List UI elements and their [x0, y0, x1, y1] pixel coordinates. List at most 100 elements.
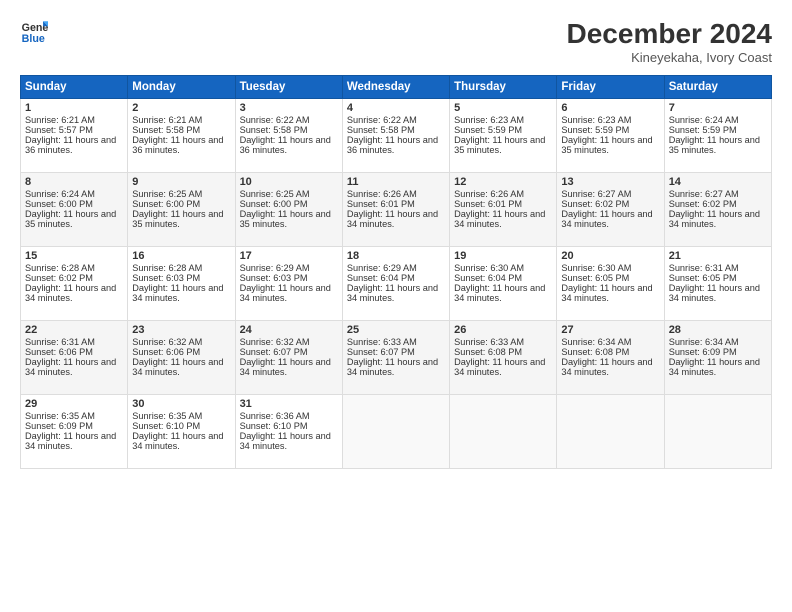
day-number: 16 [132, 250, 230, 262]
day-number: 22 [25, 324, 123, 336]
daylight-text: Daylight: 11 hours and 34 minutes. [25, 357, 116, 377]
calendar-cell: 6Sunrise: 6:23 AMSunset: 5:59 PMDaylight… [557, 99, 664, 173]
sunrise-text: Sunrise: 6:28 AM [132, 263, 202, 273]
sunset-text: Sunset: 5:57 PM [25, 125, 93, 135]
daylight-text: Daylight: 11 hours and 34 minutes. [25, 431, 116, 451]
sunset-text: Sunset: 6:02 PM [669, 199, 737, 209]
day-number: 5 [454, 102, 552, 114]
day-number: 26 [454, 324, 552, 336]
daylight-text: Daylight: 11 hours and 34 minutes. [240, 431, 331, 451]
daylight-text: Daylight: 11 hours and 35 minutes. [132, 209, 223, 229]
sunset-text: Sunset: 5:59 PM [561, 125, 629, 135]
sunset-text: Sunset: 6:07 PM [347, 347, 415, 357]
sunset-text: Sunset: 6:06 PM [132, 347, 200, 357]
sunset-text: Sunset: 6:02 PM [25, 273, 93, 283]
day-number: 30 [132, 398, 230, 410]
calendar-cell [664, 395, 771, 469]
calendar-cell: 3Sunrise: 6:22 AMSunset: 5:58 PMDaylight… [235, 99, 342, 173]
sunrise-text: Sunrise: 6:34 AM [561, 337, 631, 347]
day-number: 25 [347, 324, 445, 336]
sunset-text: Sunset: 6:04 PM [347, 273, 415, 283]
calendar-cell: 5Sunrise: 6:23 AMSunset: 5:59 PMDaylight… [450, 99, 557, 173]
day-number: 18 [347, 250, 445, 262]
calendar-cell: 1Sunrise: 6:21 AMSunset: 5:57 PMDaylight… [21, 99, 128, 173]
col-header-wednesday: Wednesday [342, 76, 449, 99]
sunrise-text: Sunrise: 6:24 AM [25, 189, 95, 199]
sunset-text: Sunset: 6:10 PM [240, 421, 308, 431]
sunrise-text: Sunrise: 6:25 AM [240, 189, 310, 199]
calendar-cell: 17Sunrise: 6:29 AMSunset: 6:03 PMDayligh… [235, 247, 342, 321]
sunrise-text: Sunrise: 6:31 AM [669, 263, 739, 273]
day-number: 10 [240, 176, 338, 188]
calendar-cell: 12Sunrise: 6:26 AMSunset: 6:01 PMDayligh… [450, 173, 557, 247]
sunrise-text: Sunrise: 6:34 AM [669, 337, 739, 347]
daylight-text: Daylight: 11 hours and 35 minutes. [25, 209, 116, 229]
calendar-cell: 31Sunrise: 6:36 AMSunset: 6:10 PMDayligh… [235, 395, 342, 469]
day-number: 19 [454, 250, 552, 262]
calendar-cell: 11Sunrise: 6:26 AMSunset: 6:01 PMDayligh… [342, 173, 449, 247]
sunrise-text: Sunrise: 6:26 AM [347, 189, 417, 199]
sunset-text: Sunset: 6:00 PM [25, 199, 93, 209]
daylight-text: Daylight: 11 hours and 34 minutes. [240, 283, 331, 303]
calendar-cell [557, 395, 664, 469]
calendar-cell: 18Sunrise: 6:29 AMSunset: 6:04 PMDayligh… [342, 247, 449, 321]
sunset-text: Sunset: 6:01 PM [347, 199, 415, 209]
sunrise-text: Sunrise: 6:29 AM [240, 263, 310, 273]
day-number: 14 [669, 176, 767, 188]
daylight-text: Daylight: 11 hours and 34 minutes. [347, 283, 438, 303]
calendar-cell [342, 395, 449, 469]
sunrise-text: Sunrise: 6:23 AM [454, 115, 524, 125]
daylight-text: Daylight: 11 hours and 36 minutes. [347, 135, 438, 155]
daylight-text: Daylight: 11 hours and 35 minutes. [561, 135, 652, 155]
calendar-cell: 14Sunrise: 6:27 AMSunset: 6:02 PMDayligh… [664, 173, 771, 247]
sunrise-text: Sunrise: 6:27 AM [561, 189, 631, 199]
daylight-text: Daylight: 11 hours and 35 minutes. [454, 135, 545, 155]
daylight-text: Daylight: 11 hours and 34 minutes. [454, 209, 545, 229]
col-header-friday: Friday [557, 76, 664, 99]
sunset-text: Sunset: 6:07 PM [240, 347, 308, 357]
location-subtitle: Kineyekaha, Ivory Coast [567, 50, 772, 65]
col-header-sunday: Sunday [21, 76, 128, 99]
daylight-text: Daylight: 11 hours and 34 minutes. [669, 283, 760, 303]
sunrise-text: Sunrise: 6:35 AM [132, 411, 202, 421]
calendar-table: SundayMondayTuesdayWednesdayThursdayFrid… [20, 75, 772, 469]
daylight-text: Daylight: 11 hours and 34 minutes. [347, 209, 438, 229]
calendar-cell: 24Sunrise: 6:32 AMSunset: 6:07 PMDayligh… [235, 321, 342, 395]
calendar-cell: 26Sunrise: 6:33 AMSunset: 6:08 PMDayligh… [450, 321, 557, 395]
sunrise-text: Sunrise: 6:32 AM [240, 337, 310, 347]
calendar-cell: 27Sunrise: 6:34 AMSunset: 6:08 PMDayligh… [557, 321, 664, 395]
calendar-cell: 7Sunrise: 6:24 AMSunset: 5:59 PMDaylight… [664, 99, 771, 173]
sunset-text: Sunset: 5:59 PM [454, 125, 522, 135]
day-number: 11 [347, 176, 445, 188]
daylight-text: Daylight: 11 hours and 34 minutes. [454, 357, 545, 377]
sunrise-text: Sunrise: 6:22 AM [240, 115, 310, 125]
sunrise-text: Sunrise: 6:26 AM [454, 189, 524, 199]
calendar-cell: 20Sunrise: 6:30 AMSunset: 6:05 PMDayligh… [557, 247, 664, 321]
calendar-cell: 21Sunrise: 6:31 AMSunset: 6:05 PMDayligh… [664, 247, 771, 321]
day-number: 3 [240, 102, 338, 114]
day-number: 2 [132, 102, 230, 114]
sunset-text: Sunset: 6:03 PM [240, 273, 308, 283]
sunset-text: Sunset: 5:59 PM [669, 125, 737, 135]
calendar-cell [450, 395, 557, 469]
sunrise-text: Sunrise: 6:33 AM [347, 337, 417, 347]
day-number: 4 [347, 102, 445, 114]
sunrise-text: Sunrise: 6:25 AM [132, 189, 202, 199]
daylight-text: Daylight: 11 hours and 34 minutes. [561, 283, 652, 303]
sunrise-text: Sunrise: 6:28 AM [25, 263, 95, 273]
day-number: 23 [132, 324, 230, 336]
day-number: 21 [669, 250, 767, 262]
calendar-cell: 29Sunrise: 6:35 AMSunset: 6:09 PMDayligh… [21, 395, 128, 469]
sunrise-text: Sunrise: 6:22 AM [347, 115, 417, 125]
calendar-cell: 19Sunrise: 6:30 AMSunset: 6:04 PMDayligh… [450, 247, 557, 321]
daylight-text: Daylight: 11 hours and 34 minutes. [25, 283, 116, 303]
calendar-cell: 13Sunrise: 6:27 AMSunset: 6:02 PMDayligh… [557, 173, 664, 247]
sunset-text: Sunset: 6:05 PM [561, 273, 629, 283]
day-number: 7 [669, 102, 767, 114]
day-number: 28 [669, 324, 767, 336]
sunrise-text: Sunrise: 6:23 AM [561, 115, 631, 125]
daylight-text: Daylight: 11 hours and 34 minutes. [454, 283, 545, 303]
daylight-text: Daylight: 11 hours and 34 minutes. [669, 357, 760, 377]
calendar-cell: 15Sunrise: 6:28 AMSunset: 6:02 PMDayligh… [21, 247, 128, 321]
sunset-text: Sunset: 6:00 PM [132, 199, 200, 209]
